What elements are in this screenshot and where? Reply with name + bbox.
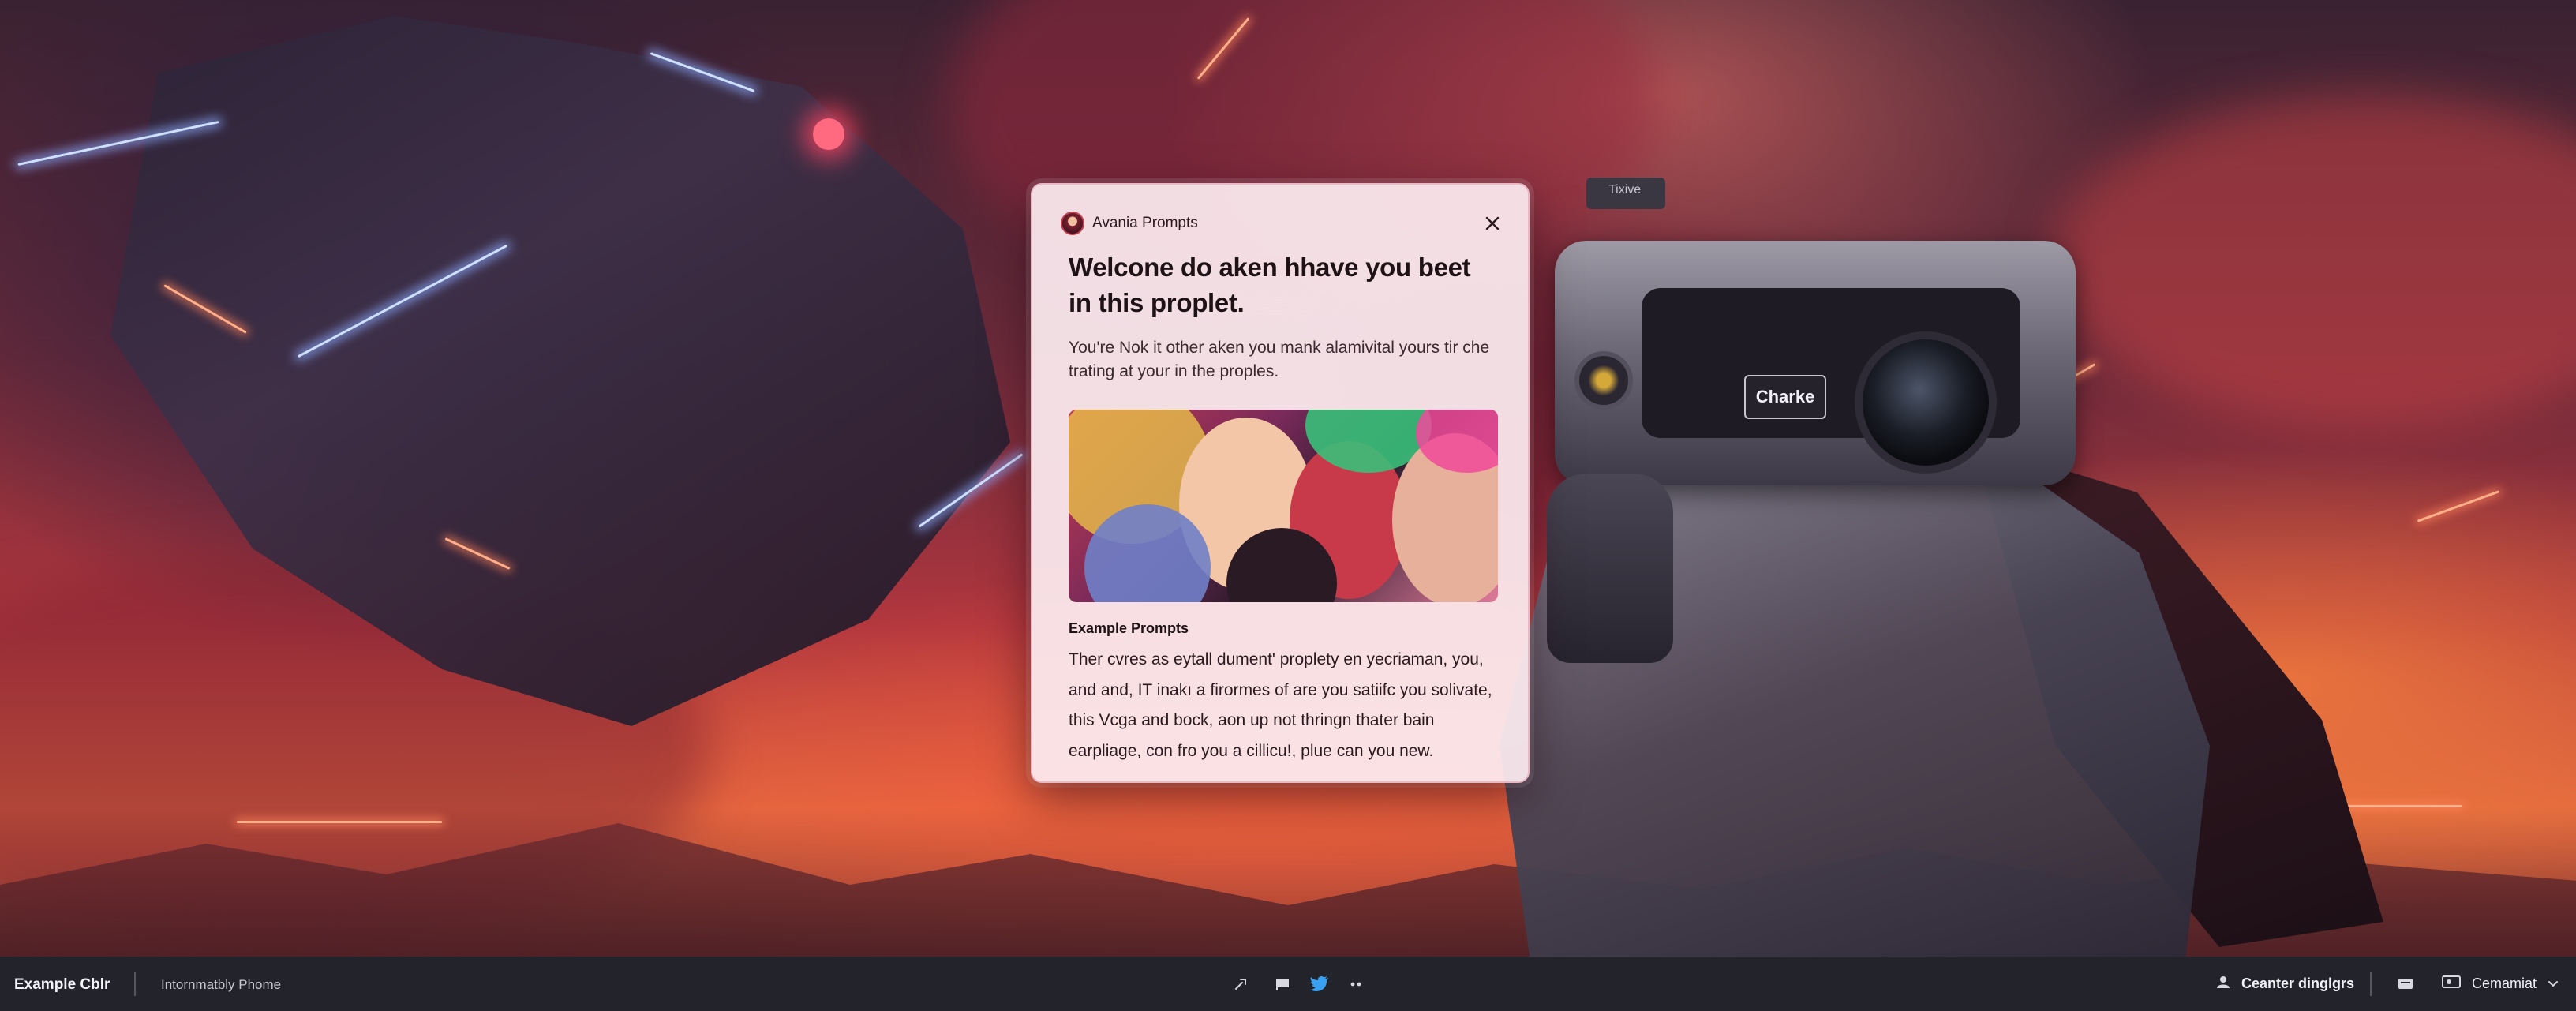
taskbar-user-button[interactable]: Ceanter dinglgrs [2216, 975, 2354, 993]
taskbar-account-menu[interactable]: Cemamiat [2442, 975, 2559, 993]
welcome-dialog: Avania Prompts Welcone do aken hhave you… [1031, 183, 1530, 783]
robot-top-label: Tixive [1608, 183, 1642, 197]
taskbar-account-label: Cemamiat [2472, 975, 2537, 991]
close-button[interactable] [1481, 212, 1504, 235]
close-icon [1485, 216, 1500, 230]
flag-icon[interactable] [1272, 973, 1294, 995]
chevron-down-icon [2548, 975, 2559, 992]
hero-image [1069, 410, 1498, 602]
robot-dial [1574, 351, 1633, 410]
dialog-title: Welcone do aken hhave you beet in this p… [1069, 253, 1471, 317]
dragon-eye [813, 118, 844, 150]
robot-camera-lens [1855, 331, 1997, 474]
taskbar-divider-right [2370, 972, 2372, 996]
account-card-icon [2442, 975, 2461, 993]
robot-tag-label: Charke [1744, 375, 1826, 419]
dialog-subtitle: You're Nok it other aken you mank alamiv… [1069, 339, 1490, 380]
taskbar-app-subtitle[interactable]: Intornmatbly Phome [161, 977, 281, 993]
user-icon [2216, 975, 2230, 993]
dialog-header: Avania Prompts [1061, 210, 1198, 237]
taskbar-app-name[interactable]: Example Cblr [14, 976, 110, 994]
tool-icon[interactable] [1230, 973, 1252, 995]
taskbar: Example Cblr Intornmatbly Phome Ceanter … [0, 957, 2576, 1011]
avatar [1061, 212, 1084, 235]
robot-hand [1547, 474, 1673, 663]
twitter-bird-icon[interactable] [1309, 973, 1331, 995]
message-icon[interactable] [2394, 973, 2417, 995]
hero-caption: Example Prompts [1069, 620, 1189, 636]
more-dots-icon[interactable] [1346, 973, 1368, 995]
taskbar-divider [134, 972, 136, 996]
taskbar-user-label: Ceanter dinglgrs [2241, 975, 2355, 991]
brand-name: Avania Prompts [1092, 215, 1198, 231]
dialog-body-text: Ther cvres as eytall dument' proplety en… [1069, 650, 1492, 760]
